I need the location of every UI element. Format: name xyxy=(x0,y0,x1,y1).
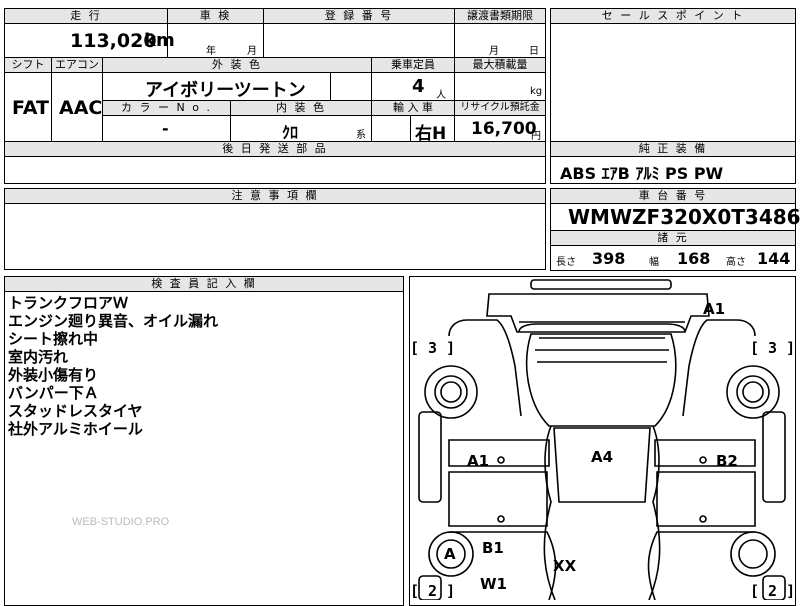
inspector-line: エンジン廻り異音、オイル漏れ xyxy=(8,312,219,330)
interior-color-value: ｸﾛ xyxy=(282,123,299,142)
exterior-color-header: 外 装 色 xyxy=(102,57,372,73)
tire-tread-left-front: [ 2 ] xyxy=(410,582,456,600)
recycle-header: リサイクル預託金 xyxy=(454,100,546,116)
exterior-color-value: アイボリーツートン xyxy=(145,80,306,101)
transfer-month: 月 xyxy=(489,46,499,57)
interior-color-suffix: 系 xyxy=(356,130,366,141)
damage-left-rear-door: A1 xyxy=(467,452,490,470)
damage-left-front-door: B1 xyxy=(482,539,504,557)
tire-tread-right-rear: [ 3 ] xyxy=(750,339,796,357)
watermark: WEB-STUDIO.PRO xyxy=(72,516,170,528)
shift-value: FAT xyxy=(12,97,49,119)
transfer-day: 日 xyxy=(529,46,539,57)
sales-points-box xyxy=(550,8,796,142)
shift-header: シフト xyxy=(4,57,52,73)
color-no-header: カ ラ ー N o . xyxy=(102,100,231,116)
recycle-value: 16,700 xyxy=(471,119,537,139)
later-parts-header: 後 日 発 送 部 品 xyxy=(4,141,546,157)
damage-left-front-wheel: A xyxy=(444,545,456,563)
height-value: 144 xyxy=(757,249,791,268)
sales-points-header: セ ー ル ス ポ イ ン ト xyxy=(550,8,796,24)
length-label: 長さ xyxy=(556,257,576,268)
height-label: 高さ xyxy=(726,257,746,268)
interior-color-header: 内 装 色 xyxy=(230,100,372,116)
width-label: 幅 xyxy=(649,257,659,268)
inspection-year: 年 xyxy=(206,46,216,57)
inspector-line: トランクフロアＷ xyxy=(8,294,129,312)
tire-tread-right-front: [ 2 ] xyxy=(750,582,796,600)
capacity-header: 乗車定員 xyxy=(371,57,455,73)
inspector-line: 外装小傷有り xyxy=(8,366,99,384)
damage-windshield: XX xyxy=(553,557,577,575)
mileage-header: 走 行 xyxy=(4,8,168,24)
chassis-value: WMWZF320X0T348615 xyxy=(568,205,800,229)
registration-header: 登 録 番 号 xyxy=(263,8,455,24)
recycle-unit: 円 xyxy=(531,131,541,142)
damage-left-fender: W1 xyxy=(480,575,507,593)
specs-header: 諸 元 xyxy=(550,230,796,246)
damage-right-rear-door: B2 xyxy=(716,452,738,470)
transfer-deadline-header: 譲渡書類期限 xyxy=(454,8,546,24)
tire-tread-left-rear: [ 3 ] xyxy=(410,339,456,357)
import-header: 輸 入 車 xyxy=(371,100,455,116)
equipment-header: 純 正 装 備 xyxy=(550,141,796,157)
inspector-line: 室内汚れ xyxy=(8,348,69,366)
capacity-unit: 人 xyxy=(436,90,446,101)
length-value: 398 xyxy=(592,249,626,268)
aircon-header: エアコン xyxy=(51,57,103,73)
car-diagram-outline xyxy=(418,279,786,600)
inspection-header: 車 検 xyxy=(167,8,264,24)
interior-color-cell xyxy=(230,115,372,142)
damage-rear-bumper: A1 xyxy=(703,300,726,318)
exterior-color-spare xyxy=(330,72,372,101)
registration-cell xyxy=(263,23,455,58)
max-load-unit: kg xyxy=(530,86,543,97)
inspector-line: スタッドレスタイヤ xyxy=(8,402,143,420)
inspector-line: バンパー下Ａ xyxy=(8,384,99,402)
width-value: 168 xyxy=(677,249,711,268)
inspector-line: 社外アルミホイール xyxy=(8,420,143,438)
chassis-header: 車 台 番 号 xyxy=(550,188,796,204)
color-no-value: - xyxy=(162,119,169,138)
capacity-value: 4 xyxy=(412,76,425,97)
notes-header: 注 意 事 項 欄 xyxy=(4,188,546,204)
max-load-header: 最大積載量 xyxy=(454,57,546,73)
aircon-value: AAC xyxy=(59,97,103,119)
inspector-header: 検 査 員 記 入 欄 xyxy=(4,276,404,292)
damage-roof: A4 xyxy=(591,448,614,466)
import-cell xyxy=(371,115,411,142)
later-parts-cell xyxy=(4,156,546,184)
inspector-line: シート擦れ中 xyxy=(8,330,99,348)
inspection-month: 月 xyxy=(247,46,257,57)
equipment-value: ABS ｴｱB ｱﾙﾐ PS PW xyxy=(560,164,724,183)
